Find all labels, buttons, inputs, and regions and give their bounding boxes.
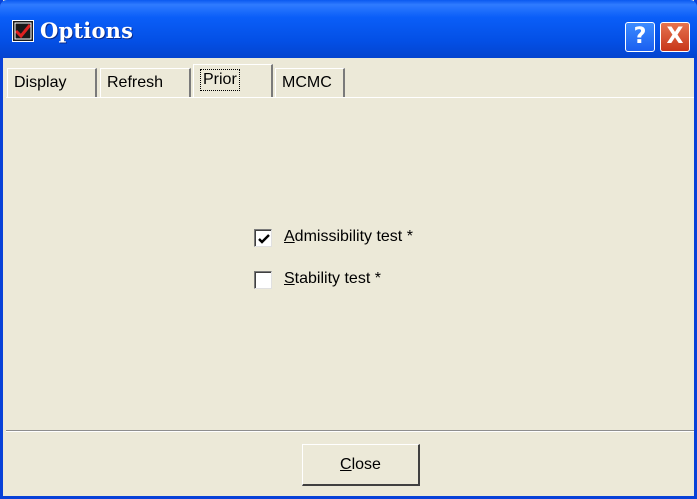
title-bar[interactable]: Options ? X bbox=[0, 0, 697, 58]
tab-prior-label: Prior bbox=[200, 69, 240, 91]
help-button[interactable]: ? bbox=[625, 22, 655, 52]
question-icon: ? bbox=[633, 24, 647, 49]
close-button[interactable]: Close bbox=[302, 444, 420, 486]
stability-test-label[interactable]: Stability test * bbox=[284, 270, 381, 288]
tab-refresh[interactable]: Refresh bbox=[100, 68, 191, 98]
checkmark-icon bbox=[258, 234, 270, 244]
admissibility-test-label[interactable]: Admissibility test * bbox=[284, 228, 413, 246]
app-checkmark-icon bbox=[12, 20, 34, 42]
admissibility-test-checkbox[interactable] bbox=[254, 229, 272, 247]
stability-test-checkbox[interactable] bbox=[254, 271, 272, 289]
tab-panel-top-border bbox=[6, 97, 694, 98]
tab-prior[interactable]: Prior bbox=[193, 64, 273, 98]
footer-divider-highlight bbox=[6, 431, 694, 432]
tab-refresh-label: Refresh bbox=[107, 74, 164, 91]
options-dialog: Options ? X Display Refresh Prior MCMC A… bbox=[0, 0, 697, 499]
window-title: Options bbox=[40, 18, 134, 43]
close-window-button[interactable]: X bbox=[660, 22, 690, 52]
tab-display-label: Display bbox=[14, 74, 67, 91]
tab-mcmc-label: MCMC bbox=[282, 74, 332, 91]
tab-display[interactable]: Display bbox=[7, 68, 97, 98]
tab-mcmc[interactable]: MCMC bbox=[275, 68, 345, 98]
close-icon: X bbox=[666, 24, 684, 49]
